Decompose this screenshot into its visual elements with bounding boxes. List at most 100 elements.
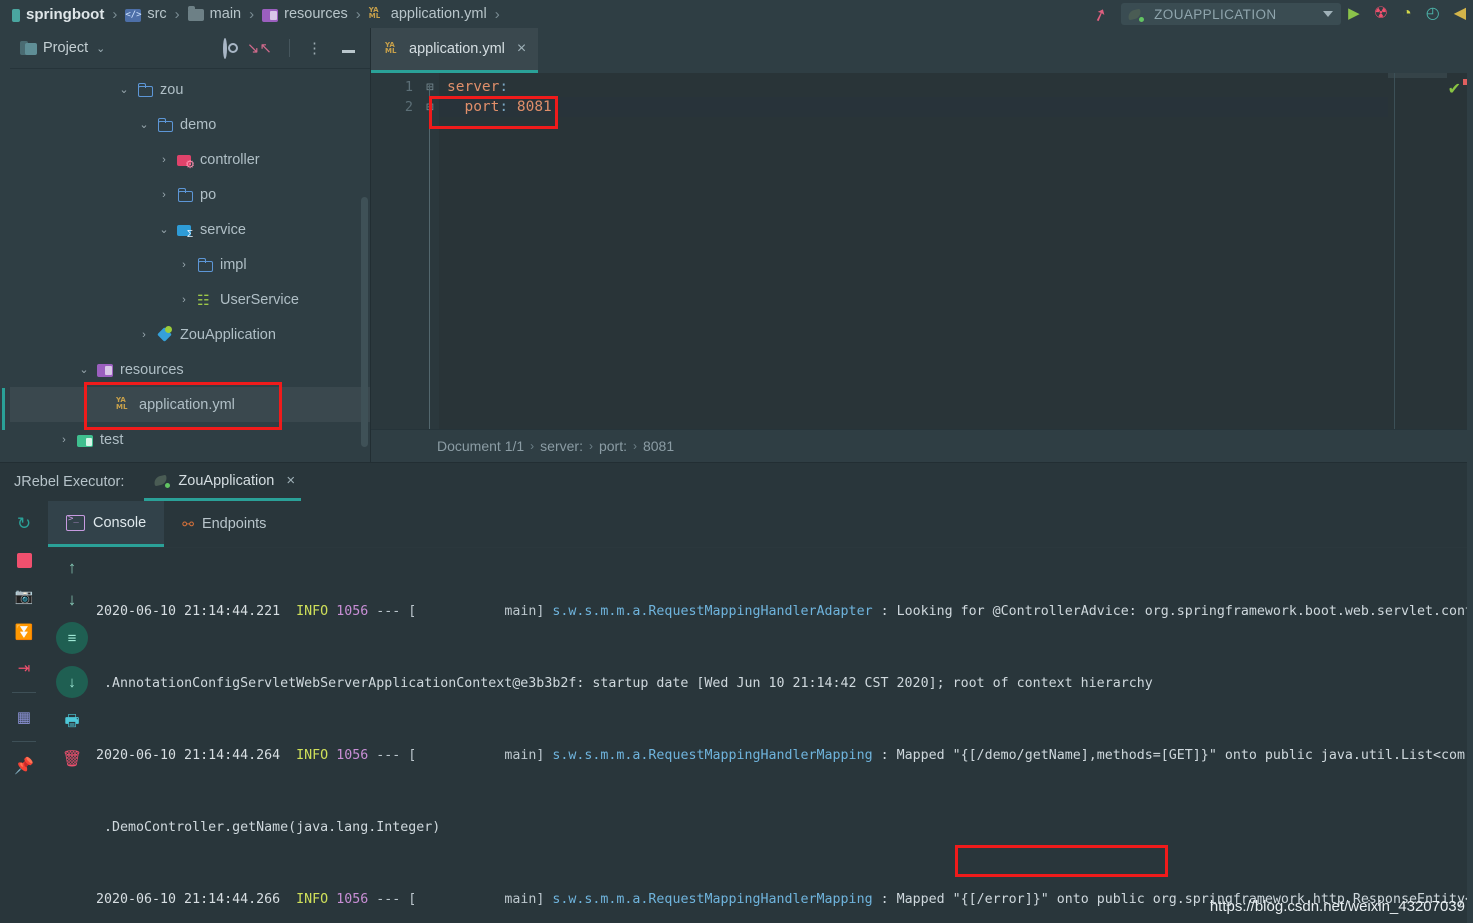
tree-row-demo[interactable]: ⌄ demo xyxy=(10,107,370,142)
run-tab-zouapplication[interactable]: ZouApplication × xyxy=(144,463,302,501)
code-line-2[interactable]: port: 8081 xyxy=(439,97,1388,117)
run-with-coverage-button[interactable]: ◔ xyxy=(1395,0,1419,28)
test-folder-icon xyxy=(77,434,93,447)
chevron-right-icon[interactable]: › xyxy=(158,154,170,166)
chevron-down-icon[interactable] xyxy=(1323,11,1334,17)
debug-button[interactable]: ☢ xyxy=(1367,0,1395,28)
chevron-down-icon[interactable]: ⌄ xyxy=(78,363,90,376)
stop-button[interactable] xyxy=(9,545,39,575)
breadcrumb-item-resources[interactable]: resources xyxy=(258,6,352,22)
breadcrumb-value[interactable]: 8081 xyxy=(637,438,680,454)
code-line-1[interactable]: server: xyxy=(439,77,1388,97)
chevron-down-icon[interactable]: ⌄ xyxy=(96,42,105,55)
log-message: : Mapped "{[/demo/getName],methods=[GET]… xyxy=(880,748,1473,763)
exit-button[interactable]: ⇥ xyxy=(9,653,39,683)
scroll-up-button[interactable]: ↑ xyxy=(68,558,77,578)
close-icon[interactable]: × xyxy=(517,40,526,58)
rerun-button[interactable]: ↻ xyxy=(9,509,39,539)
project-panel-title: Project xyxy=(43,40,89,56)
pin-button[interactable]: 📌 xyxy=(9,751,39,781)
breadcrumb-item-main[interactable]: main xyxy=(184,6,245,22)
editor-tab-application-yml[interactable]: YA ML application.yml × xyxy=(371,28,539,73)
editor-scroll-thumb[interactable] xyxy=(1388,73,1447,78)
tree-row-zou[interactable]: ⌄ zou xyxy=(10,72,370,107)
tab-console[interactable]: Console xyxy=(48,501,165,547)
scroll-down-button[interactable]: ↓ xyxy=(68,590,77,610)
options-button[interactable]: ⋮ xyxy=(300,39,329,57)
tree-row-service[interactable]: ⌄ service xyxy=(10,212,370,247)
code-folding-gutter[interactable]: ⊟ ⊟ xyxy=(421,73,439,429)
chevron-down-icon[interactable]: ⌄ xyxy=(118,83,130,96)
code-editor[interactable]: 1 2 ⊟ ⊟ server: port: 8081 ✔ xyxy=(371,73,1473,429)
editor-area: YAML application.yml × 1 2 ⊟ ⊟ server: xyxy=(371,28,1473,462)
yaml-colon: : xyxy=(499,79,509,95)
tree-row-controller[interactable]: › controller xyxy=(10,142,370,177)
chevron-right-icon[interactable]: › xyxy=(138,329,150,341)
service-package-icon xyxy=(177,222,193,240)
chevron-down-icon[interactable]: ⌄ xyxy=(158,223,170,236)
folder-icon xyxy=(187,6,204,21)
tree-row-impl[interactable]: › impl xyxy=(10,247,370,282)
run-configuration-selector[interactable]: ZOUAPPLICATION xyxy=(1121,3,1342,25)
project-tree-scrollbar[interactable] xyxy=(361,197,368,447)
collapse-all-button[interactable]: ↘↖ xyxy=(240,39,279,57)
tree-row-userservice[interactable]: › ☷ UserService xyxy=(10,282,370,317)
top-navigation-bar: springboot › </> src › main › resources … xyxy=(0,0,1473,28)
breadcrumb-item-springboot[interactable]: springboot xyxy=(8,6,108,23)
soft-wrap-button[interactable]: ≡ xyxy=(56,622,88,654)
screenshot-button[interactable]: 📷 xyxy=(9,581,39,611)
fold-toggle-icon[interactable]: ⊟ xyxy=(421,97,439,117)
spring-app-class-icon xyxy=(157,325,173,343)
project-tree[interactable]: ⌄ zou ⌄ demo › controller › po xyxy=(10,69,370,462)
chevron-right-icon[interactable]: › xyxy=(158,189,170,201)
yaml-key: server xyxy=(447,79,500,95)
tree-row-label: service xyxy=(200,221,246,238)
log-thread: main xyxy=(504,748,537,763)
breadcrumb-separator: › xyxy=(355,5,361,23)
tree-row-po[interactable]: › po xyxy=(10,177,370,212)
run-window-header: JRebel Executor: ZouApplication × xyxy=(0,463,1473,501)
console-output[interactable]: 2020-06-10 21:14:44.221 INFO 1056 --- [ … xyxy=(96,548,1473,923)
attach-button[interactable]: ⏬ xyxy=(9,617,39,647)
layout-button[interactable]: ▦ xyxy=(9,702,39,732)
chevron-right-icon[interactable]: › xyxy=(178,294,190,306)
tree-row-application-yml[interactable]: YA ML application.yml xyxy=(10,387,370,422)
tab-endpoints[interactable]: ⚯ Endpoints xyxy=(164,501,284,547)
breadcrumb-item-src[interactable]: </> src xyxy=(121,6,170,22)
breadcrumb-server[interactable]: server: xyxy=(534,438,589,454)
breadcrumb-document[interactable]: Document 1/1 xyxy=(431,438,530,454)
chevron-down-icon[interactable]: ⌄ xyxy=(138,118,150,131)
tree-row-resources[interactable]: ⌄ resources xyxy=(10,352,370,387)
log-timestamp: 2020-06-10 21:14:44.266 xyxy=(96,892,281,907)
clear-all-button[interactable]: 🗑 xyxy=(62,749,82,769)
breadcrumb-label: resources xyxy=(284,6,348,22)
hammer-icon[interactable]: ➚ xyxy=(1085,0,1124,29)
profile-button[interactable]: ◴ xyxy=(1419,0,1447,28)
inspection-status-icon[interactable]: ✔ xyxy=(1448,79,1461,99)
fold-toggle-icon[interactable]: ⊟ xyxy=(421,77,439,97)
tab-label: Endpoints xyxy=(201,516,267,532)
left-tool-strip[interactable] xyxy=(0,28,10,462)
locate-file-button[interactable] xyxy=(216,37,234,59)
chevron-right-icon[interactable]: › xyxy=(58,434,70,446)
print-button[interactable]: 🖶 xyxy=(64,710,79,737)
tree-row-zouapplication[interactable]: › ZouApplication xyxy=(10,317,370,352)
chevron-right-icon[interactable]: › xyxy=(178,259,190,271)
endpoints-icon: ⚯ xyxy=(182,515,194,532)
close-icon[interactable]: × xyxy=(286,472,295,489)
breadcrumb-item-application-yml[interactable]: YA ML application.yml xyxy=(365,6,491,23)
breadcrumb-separator: › xyxy=(112,5,118,23)
tree-row-test[interactable]: › test xyxy=(10,422,370,457)
editor-scrollbar-markup[interactable]: ✔ xyxy=(1388,73,1473,429)
hide-button[interactable] xyxy=(335,40,362,57)
run-executor-label: JRebel Executor: xyxy=(14,474,125,490)
code-text[interactable]: server: port: 8081 xyxy=(439,73,1388,429)
log-message: : Looking for @ControllerAdvice: org.spr… xyxy=(880,604,1473,619)
scroll-to-end-button[interactable]: ↓ xyxy=(56,666,88,698)
breadcrumb-port[interactable]: port: xyxy=(593,438,633,454)
source-folder-icon: </> xyxy=(125,8,142,22)
run-button[interactable]: ▶ xyxy=(1341,0,1367,28)
project-panel-header: Project ⌄ ↘↖ ⋮ xyxy=(10,28,370,69)
minus-icon xyxy=(342,50,355,53)
divider xyxy=(12,741,36,742)
